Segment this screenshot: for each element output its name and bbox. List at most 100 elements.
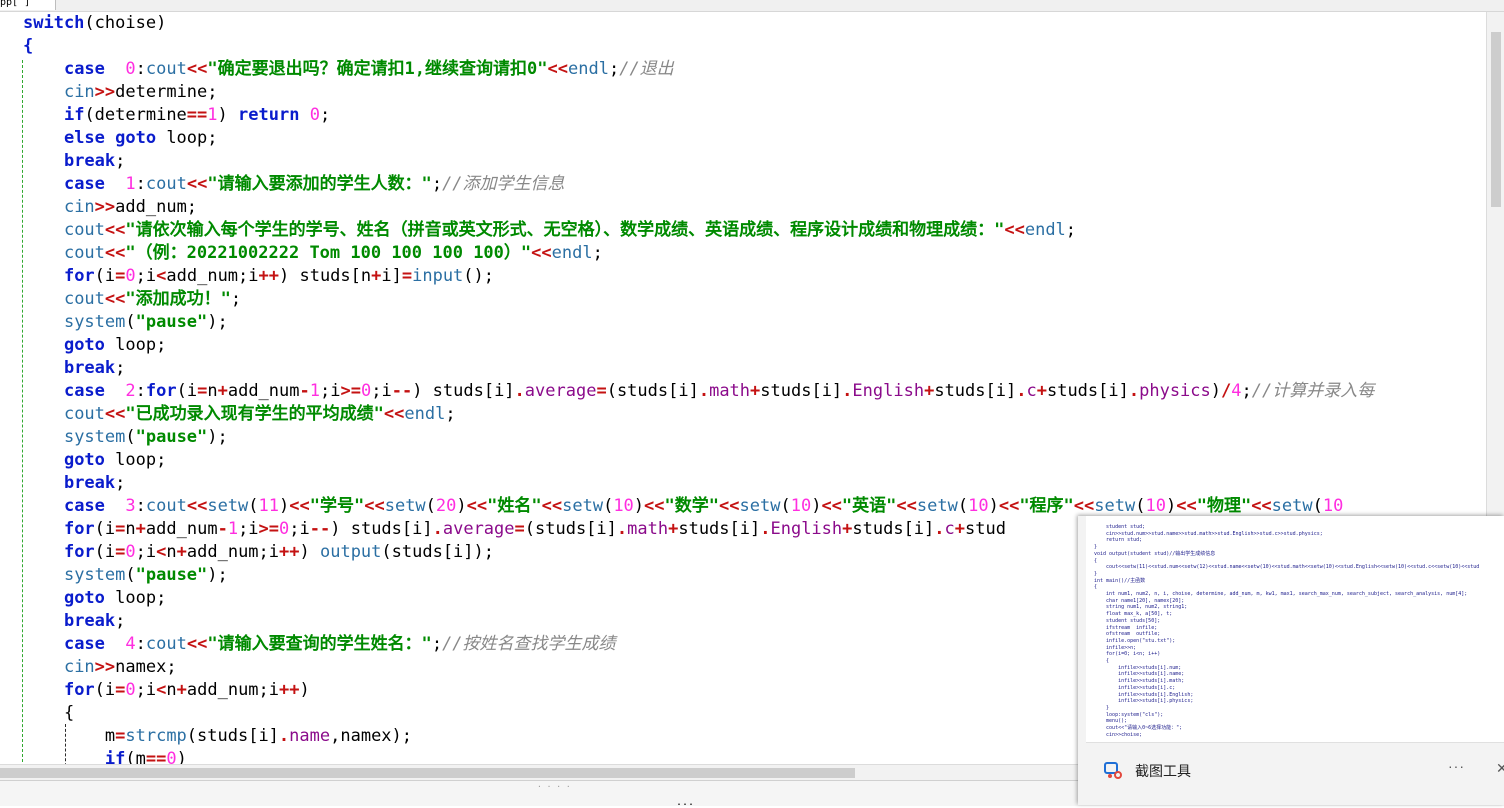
code-token: = [115,680,126,700]
code-token: 0 [125,59,136,79]
code-token: add_num;i [186,680,280,700]
code-token: << [104,220,126,240]
code-token: ( [780,496,791,516]
code-token: return [238,105,300,125]
code-token: goto [63,450,105,470]
code-token: loop; [104,335,167,355]
code-token: setw [739,496,781,516]
code-token: + [176,680,187,700]
horizontal-scroll-thumb[interactable] [0,768,855,778]
thumbnail-code-line: infile>>studs[i].num; [1094,664,1182,671]
code-token: ( [125,312,136,332]
close-icon[interactable]: ✕ [1496,760,1504,777]
code-token: { [63,703,75,723]
code-token: = [596,381,607,401]
code-token: ( [957,496,969,516]
code-token: (studs[i] [524,519,617,539]
code-token: ++ [279,542,300,562]
code-line: case 3:cout<<setw(11)<<"学号"<<setw(20)<<"… [23,495,1374,518]
code-token: ;i [238,519,259,539]
code-token: cin [63,197,95,217]
code-token: ; [592,243,603,263]
code-token: cout [63,220,105,240]
code-token: (studs[i] [186,726,279,746]
code-token: ; [445,404,456,424]
code-token: + [1036,381,1047,401]
code-token: loop; [104,588,167,608]
code-token: 1 [309,381,320,401]
code-token: << [541,496,563,516]
code-token: "请依次输入每个学生的学号、姓名（拼音或英文形式、无空格）、数学成绩、英语成绩、… [125,220,1005,240]
code-line: goto loop; [23,334,1374,357]
code-token: >= [258,519,280,539]
snipping-tool-notification[interactable]: student stud; cin>>stud.num>>stud.name>>… [1078,516,1504,805]
code-token: endl [551,243,593,263]
code-token: 2 [125,381,136,401]
code-token: ; [1065,220,1077,240]
code-token: setw [562,496,604,516]
code-token: << [1073,496,1095,516]
thumbnail-code-line: student stud; [1094,524,1146,530]
code-token: "请输入要添加的学生人数：" [207,174,432,194]
code-token: = [197,381,208,401]
code-token: >> [94,657,116,677]
vertical-scroll-thumb[interactable] [1491,32,1501,207]
code-token: n [166,680,177,700]
thumbnail-code: student stud; cin>>stud.num>>stud.name>>… [1094,524,1479,739]
code-line: system("pause"); [23,311,1374,334]
editor-tab[interactable]: pp[ ] [0,0,56,10]
thumbnail-code-line: { [1094,658,1110,665]
code-token: goto [63,588,105,608]
code-token: add_num;i [186,542,280,562]
code-token: + [217,381,228,401]
code-token: ++ [279,680,300,700]
thumbnail-code-line: cout<<setw(11)<<stud.num<<setw(12)<<stud… [1094,564,1480,571]
thumbnail-code-line: cout<<"请输入0~6选择功能："; [1094,725,1183,732]
code-token: << [531,243,552,263]
thumbnail-code-line: } [1094,570,1098,577]
code-token: 10 [968,496,989,516]
code-token: setw [1271,496,1313,516]
code-token: "添加成功！" [125,289,231,309]
code-token: ( [1135,496,1146,516]
thumbnail-code-line: int num1, num2, n, i, choise, determine,… [1094,591,1468,598]
more-options-button[interactable]: ··· [1448,758,1465,774]
code-token: ) [299,542,320,562]
panel-resize-grip[interactable]: · · · · [537,782,571,791]
code-line: break; [23,150,1374,173]
code-token: n [207,381,218,401]
code-token: << [896,496,917,516]
code-token: "已成功录入现有学生的平均成绩" [125,404,384,424]
code-token: >> [94,82,116,102]
screenshot-thumbnail[interactable]: student stud; cin>>stud.num>>stud.name>>… [1086,516,1504,743]
code-token: ) [217,105,239,125]
code-token: "（例：20221002222 Tom 100 100 100 100）" [125,243,532,263]
code-token: "英语" [841,496,897,516]
code-token: goto [63,335,105,355]
code-token: -- [391,381,413,401]
code-line: system("pause"); [23,426,1374,449]
code-token: "pause" [135,565,208,585]
code-token: << [104,404,126,424]
code-token: case [63,634,105,654]
code-token: == [145,749,167,764]
code-line: cout<<"请依次输入每个学生的学号、姓名（拼音或英文形式、无空格）、数学成绩… [23,219,1374,242]
code-token: m [23,726,116,746]
code-line: cout<<"（例：20221002222 Tom 100 100 100 10… [23,242,1374,265]
code-line: goto loop; [23,449,1374,472]
code-token: ,namex); [330,726,413,746]
code-line: else goto loop; [23,127,1374,150]
code-token: - [217,519,228,539]
code-token: 0 [360,381,372,401]
code-token: stud [965,519,1006,539]
code-token: = [401,266,413,286]
